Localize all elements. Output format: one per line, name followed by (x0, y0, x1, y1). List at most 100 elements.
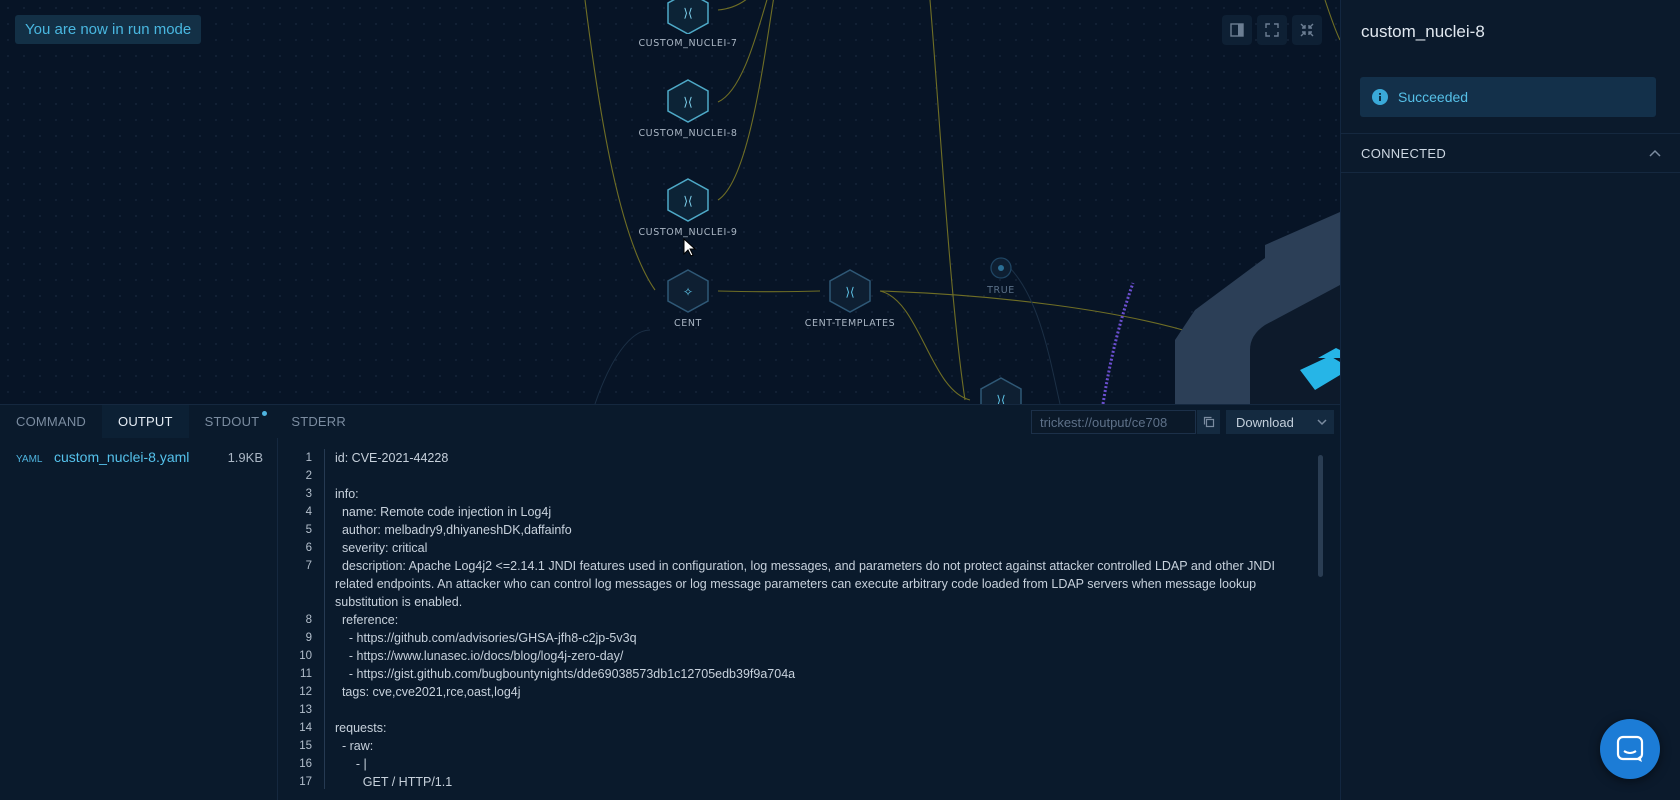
node-custom-nuclei-7[interactable]: ⟩⟨ CUSTOM_NUCLEI-7 (628, 0, 748, 49)
line-number: 15 (299, 740, 312, 752)
file-type-badge: YAML (16, 454, 43, 465)
chevron-down-icon[interactable] (1316, 414, 1328, 430)
line-content: - | (335, 757, 367, 771)
node-label: CUSTOM_NUCLEI-9 (638, 227, 738, 238)
gutter-divider (324, 449, 325, 467)
condition-node-icon (990, 257, 1012, 279)
tab-output[interactable]: OUTPUT (102, 405, 189, 438)
gutter-divider (324, 521, 325, 539)
download-button[interactable]: Download (1226, 410, 1334, 434)
code-line: 7 description: Apache Log4j2 <=2.14.1 JN… (279, 557, 1319, 611)
line-number: 14 (299, 722, 312, 734)
gutter-divider (324, 557, 325, 611)
node-label: CUSTOM_NUCLEI-8 (638, 128, 738, 139)
line-content (335, 467, 1319, 485)
line-content: - https://gist.github.com/bugbountynight… (335, 667, 796, 681)
gutter-divider (324, 611, 325, 629)
code-line: 8 reference: (279, 611, 1319, 629)
output-panel: COMMAND OUTPUT STDOUT STDERR trickest://… (0, 404, 1340, 800)
panel-toggle-icon[interactable] (1222, 15, 1252, 45)
line-content: name: Remote code injection in Log4j (335, 505, 552, 519)
node-label: CENT (674, 318, 702, 329)
status-text: Succeeded (1398, 89, 1469, 105)
code-line: 2 (279, 467, 1319, 485)
line-content: - https://www.lunasec.io/docs/blog/log4j… (335, 649, 624, 663)
line-content: tags: cve,cve2021,rce,oast,log4j (335, 685, 521, 699)
file-name[interactable]: custom_nuclei-8.yaml (54, 449, 228, 465)
code-line: 6 severity: critical (279, 539, 1319, 557)
node-cent-templates[interactable]: ⟩⟨ CENT-TEMPLATES (790, 268, 910, 329)
node-custom-nuclei-9[interactable]: ⟩⟨ CUSTOM_NUCLEI-9 (628, 177, 748, 238)
code-line: 10 - https://www.lunasec.io/docs/blog/lo… (279, 647, 1319, 665)
chevron-up-icon[interactable] (1649, 149, 1661, 157)
code-line: 3 info: (279, 485, 1319, 503)
tool-node-icon: ⟩⟨ (829, 269, 871, 313)
line-number: 10 (299, 650, 312, 662)
nuclei-node-icon: ⟩⟨ (667, 0, 709, 34)
line-number: 7 (305, 560, 312, 572)
output-tabs: COMMAND OUTPUT STDOUT STDERR (0, 405, 362, 438)
status-badge: Succeeded (1360, 77, 1656, 117)
code-line: 14 requests: (279, 719, 1319, 737)
tool-node-icon: ⟩⟨ (980, 377, 1022, 404)
line-content: author: melbadry9,dhiyaneshDK,daffainfo (335, 523, 572, 537)
gutter-divider (324, 701, 325, 719)
tab-command[interactable]: COMMAND (0, 405, 102, 438)
gutter-divider (324, 773, 325, 789)
collapse-icon[interactable] (1292, 15, 1322, 45)
line-number: 12 (299, 686, 312, 698)
code-line: 11 - https://gist.github.com/bugbountyni… (279, 665, 1319, 683)
code-line: 5 author: melbadry9,dhiyaneshDK,daffainf… (279, 521, 1319, 539)
gutter-divider (324, 629, 325, 647)
code-scrollbar[interactable] (1318, 455, 1323, 577)
line-content: info: (335, 487, 359, 501)
node-details-panel: custom_nuclei-8 Succeeded CONNECTED (1340, 0, 1680, 800)
node-custom-nuclei-8[interactable]: ⟩⟨ CUSTOM_NUCLEI-8 (628, 78, 748, 139)
svg-text:⟩⟨: ⟩⟨ (996, 393, 1005, 404)
code-line: 12 tags: cve,cve2021,rce,oast,log4j (279, 683, 1319, 701)
gutter-divider (324, 683, 325, 701)
tab-stderr[interactable]: STDERR (275, 405, 362, 438)
line-content (335, 701, 1319, 719)
line-number: 3 (305, 488, 312, 500)
svg-text:⟩⟨: ⟩⟨ (845, 285, 854, 299)
node-cent[interactable]: ✧ CENT (628, 268, 748, 329)
line-content: - raw: (335, 739, 374, 753)
tab-stdout[interactable]: STDOUT (189, 405, 276, 438)
line-number: 9 (305, 632, 312, 644)
node-title: custom_nuclei-8 (1361, 22, 1485, 41)
connected-section-header[interactable]: CONNECTED (1341, 133, 1680, 173)
line-number: 1 (305, 452, 312, 464)
chat-support-button[interactable] (1600, 719, 1660, 779)
code-line: 1 id: CVE-2021-44228 (279, 449, 1319, 467)
line-number: 17 (299, 776, 312, 788)
svg-text:⟩⟨: ⟩⟨ (683, 194, 692, 208)
download-label: Download (1236, 414, 1294, 430)
workflow-canvas[interactable]: You are now in run mode ⟩⟨ CUSTOM_NUCLEI… (0, 0, 1340, 404)
gutter-divider (324, 485, 325, 503)
file-item[interactable]: YAML custom_nuclei-8.yaml 1.9KB (0, 438, 277, 465)
line-content: - https://github.com/advisories/GHSA-jfh… (335, 631, 637, 645)
nuclei-node-icon: ⟩⟨ (667, 79, 709, 123)
code-line: 17 GET / HTTP/1.1 (279, 773, 1319, 789)
line-number: 11 (300, 668, 312, 680)
svg-text:⟩⟨: ⟩⟨ (683, 6, 692, 20)
node-partial[interactable]: ⟩⟨ (941, 376, 1061, 404)
tab-stdout-label: STDOUT (204, 414, 260, 429)
fullscreen-icon[interactable] (1257, 15, 1287, 45)
code-line: 9 - https://github.com/advisories/GHSA-j… (279, 629, 1319, 647)
code-line: 16 - | (279, 755, 1319, 773)
unread-indicator (262, 411, 268, 416)
code-line: 15 - raw: (279, 737, 1319, 755)
node-label: TRUE (987, 285, 1015, 296)
line-number: 16 (299, 758, 312, 770)
code-viewer[interactable]: 1 id: CVE-2021-44228 2 3 info: 4 name: Remot… (279, 449, 1319, 789)
line-content: id: CVE-2021-44228 (335, 451, 449, 465)
copy-button[interactable] (1197, 410, 1220, 434)
line-content: GET / HTTP/1.1 (335, 775, 453, 789)
line-number: 5 (305, 524, 312, 536)
node-true[interactable]: TRUE (941, 255, 1061, 296)
gutter-divider (324, 737, 325, 755)
output-path-field[interactable]: trickest://output/ce708 (1031, 410, 1196, 434)
copy-icon (1203, 416, 1214, 428)
